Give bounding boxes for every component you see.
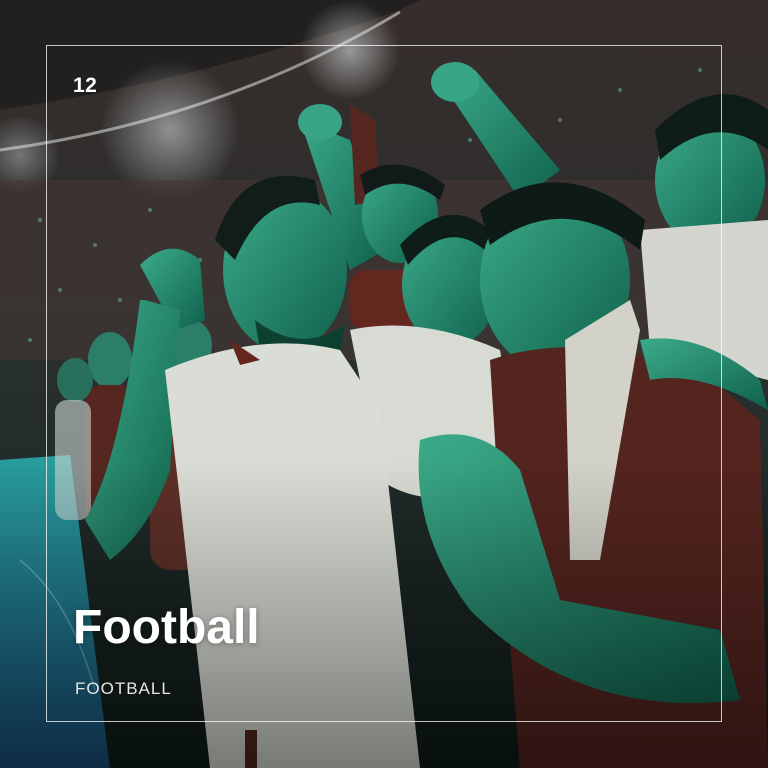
card-title: Football <box>73 601 260 654</box>
card-number: 12 <box>73 74 98 97</box>
card-subtitle: FOOTBALL <box>75 679 172 698</box>
football-category-card[interactable]: 12 Football FOOTBALL <box>0 0 768 768</box>
